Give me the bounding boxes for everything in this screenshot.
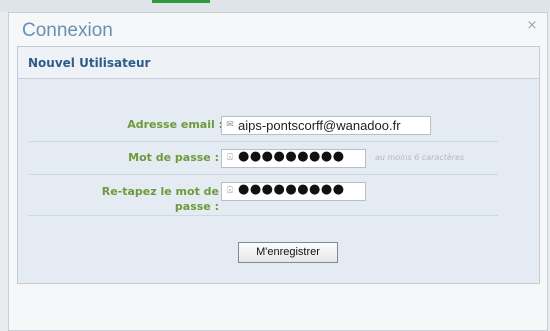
row-divider	[28, 215, 498, 216]
close-icon[interactable]: ×	[525, 19, 539, 33]
panel-title: Nouvel Utilisateur	[28, 56, 151, 70]
page-top-accent	[152, 0, 210, 3]
retype-password-value: ●●●●●●●●●	[238, 182, 345, 197]
password-field[interactable]: ⍓ ●●●●●●●●●	[221, 149, 366, 168]
row-divider	[28, 174, 498, 175]
email-field[interactable]: ✉ aips-pontscorff@wanadoo.fr	[221, 116, 431, 135]
retype-password-label: Re-tapez le mot de passe :	[78, 184, 219, 214]
retype-label-line1: Re-tapez le mot de	[101, 185, 219, 198]
lock-icon: ⍓	[227, 153, 233, 163]
email-value: aips-pontscorff@wanadoo.fr	[238, 118, 401, 133]
mail-icon: ✉	[226, 120, 234, 130]
password-label: Mot de passe :	[128, 151, 219, 164]
retype-label-line2: passe :	[174, 200, 219, 213]
password-hint: au moins 6 caractères	[375, 153, 465, 162]
dialog-title: Connexion	[22, 20, 113, 41]
retype-password-field[interactable]: ⍓ ●●●●●●●●●	[221, 182, 366, 201]
password-value: ●●●●●●●●●	[238, 149, 345, 164]
new-user-panel: Nouvel Utilisateur Adresse email : ✉ aip…	[17, 46, 540, 284]
email-label: Adresse email :	[127, 118, 223, 131]
lock-icon: ⍓	[227, 186, 233, 196]
row-divider	[28, 141, 498, 142]
page-top-strip	[0, 0, 550, 12]
login-dialog: Connexion × Nouvel Utilisateur Adresse e…	[8, 12, 548, 331]
register-button[interactable]: M'enregistrer	[238, 242, 338, 263]
panel-header: Nouvel Utilisateur	[18, 47, 539, 79]
